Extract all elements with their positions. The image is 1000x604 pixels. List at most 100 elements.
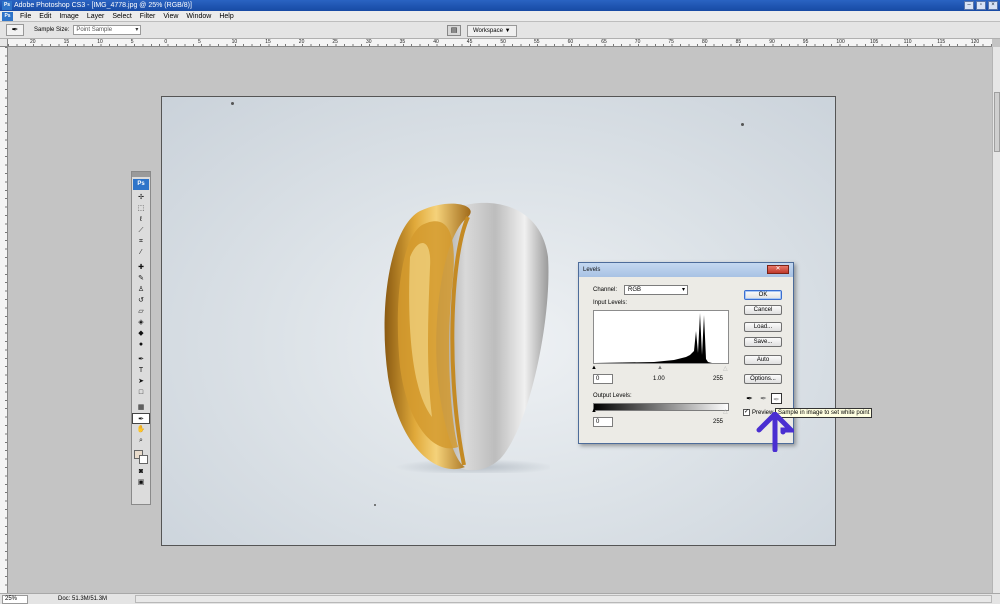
ruler-label: 5 bbox=[130, 39, 134, 45]
slice-icon[interactable]: ⁄ bbox=[132, 247, 150, 258]
ok-button[interactable]: OK bbox=[744, 290, 782, 300]
workspace-icon[interactable]: ▤ bbox=[447, 25, 461, 36]
vertical-scrollbar[interactable] bbox=[992, 47, 1000, 593]
menu-window[interactable]: Window bbox=[182, 11, 215, 22]
eyedropper-icon[interactable]: ✒ bbox=[6, 24, 24, 36]
menu-help[interactable]: Help bbox=[215, 11, 237, 22]
workspace-button[interactable]: Workspace ▼ bbox=[467, 24, 517, 37]
notes-icon[interactable]: ▦ bbox=[132, 402, 150, 413]
screen-mode-icon[interactable]: ▣ bbox=[132, 477, 150, 488]
left-ruler bbox=[0, 47, 8, 593]
black-input-handle[interactable]: ▲ bbox=[591, 365, 597, 371]
status-bar: 25% Doc: 51.3M/51.3M ▶ bbox=[0, 593, 1000, 604]
options-bar: ✒ Sample Size: Point Sample ▤ Workspace … bbox=[0, 22, 1000, 39]
close-icon[interactable]: × bbox=[988, 1, 998, 10]
toolbox-logo: Ps bbox=[133, 179, 149, 190]
ruler-label: 55 bbox=[534, 39, 540, 45]
horizontal-scrollbar[interactable] bbox=[135, 595, 992, 603]
background-color-swatch[interactable] bbox=[139, 455, 148, 464]
close-icon[interactable]: ✕ bbox=[767, 265, 789, 274]
path-selection-icon[interactable]: ➤ bbox=[132, 376, 150, 387]
auto-button[interactable]: Auto bbox=[744, 355, 782, 365]
ruler-label: 60 bbox=[567, 39, 574, 45]
input-gamma-field[interactable]: 1.00 bbox=[653, 376, 665, 382]
white-input-handle[interactable]: △ bbox=[723, 365, 728, 372]
magic-wand-icon[interactable]: ⟋ bbox=[132, 225, 150, 236]
top-ruler: 20 15 10 5 0 5 10 15 20 25 30 35 40 45 50 55 60 65 70 75 80 8… bbox=[8, 39, 992, 47]
gray-point-eyedropper-icon[interactable]: ✒ bbox=[758, 393, 769, 404]
ruler-label: 15 bbox=[63, 39, 70, 45]
menu-layer[interactable]: Layer bbox=[83, 11, 109, 22]
shape-icon[interactable]: □ bbox=[132, 387, 150, 398]
load-button[interactable]: Load... bbox=[744, 322, 782, 332]
doc-info: Doc: 51.3M/51.3M bbox=[58, 596, 108, 602]
output-black-field[interactable]: 0 bbox=[593, 417, 613, 427]
ps-logo: Ps bbox=[2, 11, 13, 21]
ruler-label: 0 bbox=[164, 39, 168, 45]
menu-file[interactable]: File bbox=[16, 11, 35, 22]
preview-checkbox[interactable]: ✓ bbox=[743, 409, 750, 416]
paint-bucket-icon[interactable]: ◈ bbox=[132, 317, 150, 328]
black-output-handle[interactable]: ▲ bbox=[591, 408, 597, 414]
cancel-button[interactable]: Cancel bbox=[744, 305, 782, 315]
zoom-icon[interactable]: ⌕ bbox=[132, 435, 150, 446]
brush-icon[interactable]: ✎ bbox=[132, 273, 150, 284]
input-levels-label: Input Levels: bbox=[593, 300, 628, 306]
ruler-label: 10 bbox=[231, 39, 238, 45]
quick-mask-icon[interactable]: ◙ bbox=[132, 466, 150, 477]
eyedropper-icon[interactable]: ✒ bbox=[132, 413, 150, 424]
menu-view[interactable]: View bbox=[159, 11, 182, 22]
ruler-label: 50 bbox=[500, 39, 506, 45]
output-white-field[interactable]: 255 bbox=[713, 419, 723, 425]
hand-icon[interactable]: ✋ bbox=[132, 424, 150, 435]
ruler-label: 20 bbox=[30, 39, 36, 45]
window-controls: – ▫ × bbox=[964, 1, 998, 10]
ruler-label: 90 bbox=[769, 39, 775, 45]
lasso-icon[interactable]: ℓ bbox=[132, 214, 150, 225]
ruler-label: 65 bbox=[601, 39, 607, 45]
scrollbar-thumb[interactable] bbox=[994, 92, 1000, 152]
ruler-label: 45 bbox=[466, 39, 473, 45]
eraser-icon[interactable]: ▱ bbox=[132, 306, 150, 317]
menu-filter[interactable]: Filter bbox=[136, 11, 160, 22]
menu-image[interactable]: Image bbox=[55, 11, 82, 22]
minimize-icon[interactable]: – bbox=[964, 1, 974, 10]
app-icon: Ps bbox=[2, 1, 12, 10]
ruler-corner bbox=[0, 39, 8, 47]
history-brush-icon[interactable]: ↺ bbox=[132, 295, 150, 306]
toolbox-grip[interactable] bbox=[132, 172, 150, 177]
white-output-handle[interactable]: △ bbox=[723, 408, 728, 415]
marquee-icon[interactable]: ⬚ bbox=[132, 203, 150, 214]
gamma-input-handle[interactable]: ▲ bbox=[657, 365, 663, 371]
menu-edit[interactable]: Edit bbox=[35, 11, 55, 22]
workspace-group: ▤ Workspace ▼ bbox=[447, 24, 517, 37]
move-icon[interactable]: ✢ bbox=[132, 192, 150, 203]
dialog-title: Levels bbox=[583, 267, 601, 273]
zoom-field[interactable]: 25% bbox=[2, 594, 28, 604]
options-button[interactable]: Options... bbox=[744, 374, 782, 384]
input-slider[interactable]: ▲ ▲ △ bbox=[591, 365, 729, 372]
pen-icon[interactable]: ✒ bbox=[132, 354, 150, 365]
menu-select[interactable]: Select bbox=[108, 11, 135, 22]
output-slider[interactable]: ▲ △ bbox=[591, 408, 729, 416]
black-point-eyedropper-icon[interactable]: ✒ bbox=[744, 393, 755, 404]
restore-icon[interactable]: ▫ bbox=[976, 1, 986, 10]
input-black-field[interactable]: 0 bbox=[593, 374, 613, 384]
clone-stamp-icon[interactable]: ♙ bbox=[132, 284, 150, 295]
ruler-label: 110 bbox=[903, 39, 912, 45]
save-button[interactable]: Save... bbox=[744, 337, 782, 347]
healing-brush-icon[interactable]: ✚ bbox=[132, 262, 150, 273]
white-point-eyedropper-icon[interactable]: ✒ bbox=[771, 393, 782, 404]
crop-icon[interactable]: ⌗ bbox=[132, 236, 150, 247]
ruler-label: 100 bbox=[836, 39, 845, 45]
ruler-label: 30 bbox=[366, 39, 372, 45]
dodge-icon[interactable]: ● bbox=[132, 339, 150, 350]
ruler-label: 120 bbox=[970, 39, 980, 45]
ruler-label: 85 bbox=[735, 39, 742, 45]
sample-size-select[interactable]: Point Sample bbox=[73, 25, 142, 35]
input-white-field[interactable]: 255 bbox=[713, 376, 723, 382]
type-icon[interactable]: T bbox=[132, 365, 150, 376]
blur-icon[interactable]: ◆ bbox=[132, 328, 150, 339]
dialog-title-bar[interactable]: Levels ✕ bbox=[579, 263, 793, 277]
channel-select[interactable]: RGB bbox=[624, 285, 688, 295]
